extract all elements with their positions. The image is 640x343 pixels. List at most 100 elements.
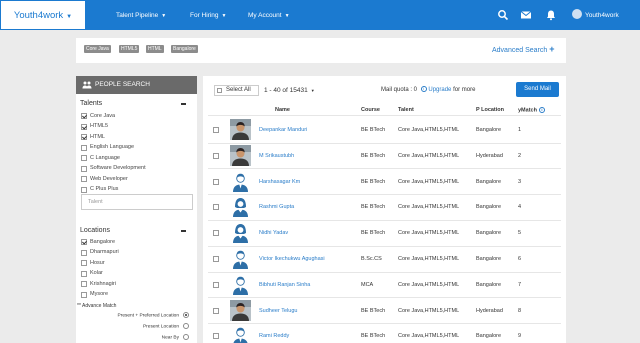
- candidate-name-link[interactable]: Nidhi Yadav: [259, 230, 288, 236]
- row-checkbox[interactable]: [213, 256, 219, 262]
- user-avatar-icon[interactable]: [230, 170, 251, 192]
- talent-checkbox[interactable]: [81, 165, 87, 172]
- talent-checkbox[interactable]: [81, 134, 87, 140]
- candidate-ymatch: 4: [518, 204, 522, 211]
- location-checkbox[interactable]: [81, 291, 87, 298]
- match-option-label: Present Location: [142, 324, 179, 330]
- menu-label: Talent Pipeline: [116, 12, 159, 19]
- column-header-course[interactable]: Course: [361, 107, 380, 113]
- user-menu[interactable]: Youth4work: [572, 0, 619, 30]
- match-option-label: Near By: [161, 335, 179, 341]
- brand-menu[interactable]: Youth4work ▼: [0, 0, 86, 30]
- mail-icon[interactable]: [520, 9, 532, 21]
- talents-section-header[interactable]: Talents: [80, 100, 192, 110]
- candidate-ymatch: 6: [518, 256, 522, 262]
- table-row[interactable]: Victor Ikechukwu Agughasi B.Sc.CS Core Jav…: [203, 246, 566, 273]
- candidate-location: Bangalore: [476, 204, 502, 211]
- chevron-down-icon: ▼: [66, 14, 73, 20]
- location-checkbox[interactable]: [81, 281, 87, 287]
- row-checkbox[interactable]: [213, 230, 219, 237]
- menu-label: For Hiring: [190, 12, 219, 19]
- candidate-name-link[interactable]: Bibhuti Ranjan Sinha: [259, 282, 310, 288]
- menu-my-account[interactable]: My Account ▼: [248, 0, 290, 30]
- row-checkbox[interactable]: [213, 127, 219, 133]
- user-avatar-icon[interactable]: [230, 325, 251, 343]
- match-radio[interactable]: [183, 334, 189, 340]
- chevron-down-icon: ▼: [284, 13, 290, 19]
- row-checkbox[interactable]: [213, 281, 219, 288]
- candidate-name-link[interactable]: Rashmi Gupta: [259, 204, 294, 210]
- filter-tag[interactable]: Bangalore: [171, 45, 198, 53]
- collapse-icon[interactable]: [181, 103, 186, 105]
- info-icon[interactable]: i: [420, 86, 427, 93]
- row-checkbox[interactable]: [213, 152, 219, 159]
- table-row[interactable]: M Srikaustubh BE BTech Core Java,HTML5,HTM…: [203, 143, 566, 170]
- location-checkbox[interactable]: [81, 239, 87, 245]
- column-header-talent[interactable]: Talent: [398, 107, 414, 113]
- top-navbar: Youth4work ▼ Talent Pipeline ▼ For Hiring ▼…: [0, 0, 640, 30]
- match-option[interactable]: Present + Preferred Location: [118, 312, 189, 318]
- locations-section-header[interactable]: Locations: [80, 227, 192, 237]
- table-row[interactable]: Rami Reddy BE BTech Core Java,HTML5,HTML Ba…: [203, 323, 566, 343]
- location-checkbox[interactable]: [81, 270, 87, 277]
- select-all-checkbox[interactable]: [217, 87, 222, 93]
- search-icon[interactable]: [497, 9, 509, 21]
- table-row[interactable]: Deepankar Manduri BE BTech Core Java,HTML5…: [203, 117, 566, 144]
- send-mail-button[interactable]: Send Mail: [516, 82, 559, 97]
- talent-checkbox[interactable]: [81, 176, 87, 182]
- row-checkbox[interactable]: [213, 204, 219, 211]
- table-row[interactable]: Nidhi Yadav BE BTech Core Java,HTML5,HTML B…: [203, 220, 566, 247]
- candidate-name-link[interactable]: Sudheer Telugu: [259, 308, 297, 314]
- talent-checkbox[interactable]: [81, 113, 87, 119]
- collapse-icon[interactable]: [181, 230, 186, 232]
- advanced-search-link[interactable]: Advanced Search +: [492, 42, 554, 58]
- user-avatar-icon[interactable]: [230, 222, 251, 244]
- select-all-button[interactable]: Select All: [214, 85, 259, 96]
- pagination-dropdown[interactable]: 1 - 40 of 15431 ▼: [264, 85, 315, 96]
- talent-checkbox[interactable]: [81, 155, 87, 161]
- user-avatar-icon[interactable]: [230, 196, 251, 218]
- match-option[interactable]: Near By: [162, 334, 189, 340]
- candidate-name-link[interactable]: Rami Reddy: [259, 333, 289, 339]
- match-radio[interactable]: [183, 323, 189, 329]
- row-checkbox[interactable]: [213, 178, 219, 185]
- candidate-photo[interactable]: [230, 299, 251, 321]
- candidate-name-link[interactable]: Harshasagar Km: [259, 179, 300, 185]
- user-avatar-icon[interactable]: [230, 248, 251, 269]
- candidate-course: BE BTech: [361, 333, 386, 340]
- table-row[interactable]: Bibhuti Ranjan Sinha MCA Core Java,HTML5,H…: [203, 272, 566, 299]
- row-checkbox[interactable]: [213, 333, 219, 340]
- user-name: Youth4work: [585, 12, 619, 19]
- filter-tag[interactable]: Core Java: [84, 45, 111, 53]
- menu-talent-pipeline[interactable]: Talent Pipeline ▼: [116, 0, 166, 30]
- candidate-photo[interactable]: [230, 144, 251, 166]
- talent-input[interactable]: Talent: [81, 194, 193, 210]
- upgrade-link[interactable]: Upgrade: [428, 87, 451, 93]
- candidate-photo[interactable]: [230, 119, 251, 140]
- candidate-name-link[interactable]: M Srikaustubh: [259, 153, 294, 159]
- table-row[interactable]: Sudheer Telugu BE BTech Core Java,HTML5,HT…: [203, 298, 566, 325]
- info-icon[interactable]: i: [538, 107, 545, 113]
- location-checkbox[interactable]: [81, 260, 87, 266]
- filter-tag[interactable]: HTML5: [119, 45, 140, 53]
- candidate-name-link[interactable]: Deepankar Manduri: [259, 127, 307, 133]
- column-header-name[interactable]: Name: [275, 107, 290, 113]
- talent-checkbox[interactable]: [81, 144, 87, 151]
- table-row[interactable]: Rashmi Gupta BE BTech Core Java,HTML5,HTML…: [203, 194, 566, 221]
- bell-icon[interactable]: [545, 9, 557, 21]
- column-header-ymatch[interactable]: yMatch i: [518, 107, 545, 113]
- filter-tag[interactable]: HTML: [146, 45, 164, 53]
- match-option[interactable]: Present Location: [143, 323, 189, 329]
- row-checkbox[interactable]: [213, 307, 219, 314]
- candidate-name-link[interactable]: Victor Ikechukwu Agughasi: [259, 256, 325, 262]
- candidate-ymatch: 5: [518, 230, 522, 237]
- user-avatar-icon[interactable]: [230, 273, 251, 295]
- talent-checkbox[interactable]: [81, 123, 87, 130]
- talent-checkbox[interactable]: [81, 186, 87, 193]
- table-row[interactable]: Harshasagar Km BE BTech Core Java,HTML5,HT…: [203, 169, 566, 196]
- menu-for-hiring[interactable]: For Hiring ▼: [190, 0, 227, 30]
- column-header-location[interactable]: P Location: [476, 107, 504, 113]
- location-checkbox[interactable]: [81, 249, 87, 256]
- location-option-label: Bangalore: [90, 238, 116, 245]
- match-radio[interactable]: [183, 312, 189, 318]
